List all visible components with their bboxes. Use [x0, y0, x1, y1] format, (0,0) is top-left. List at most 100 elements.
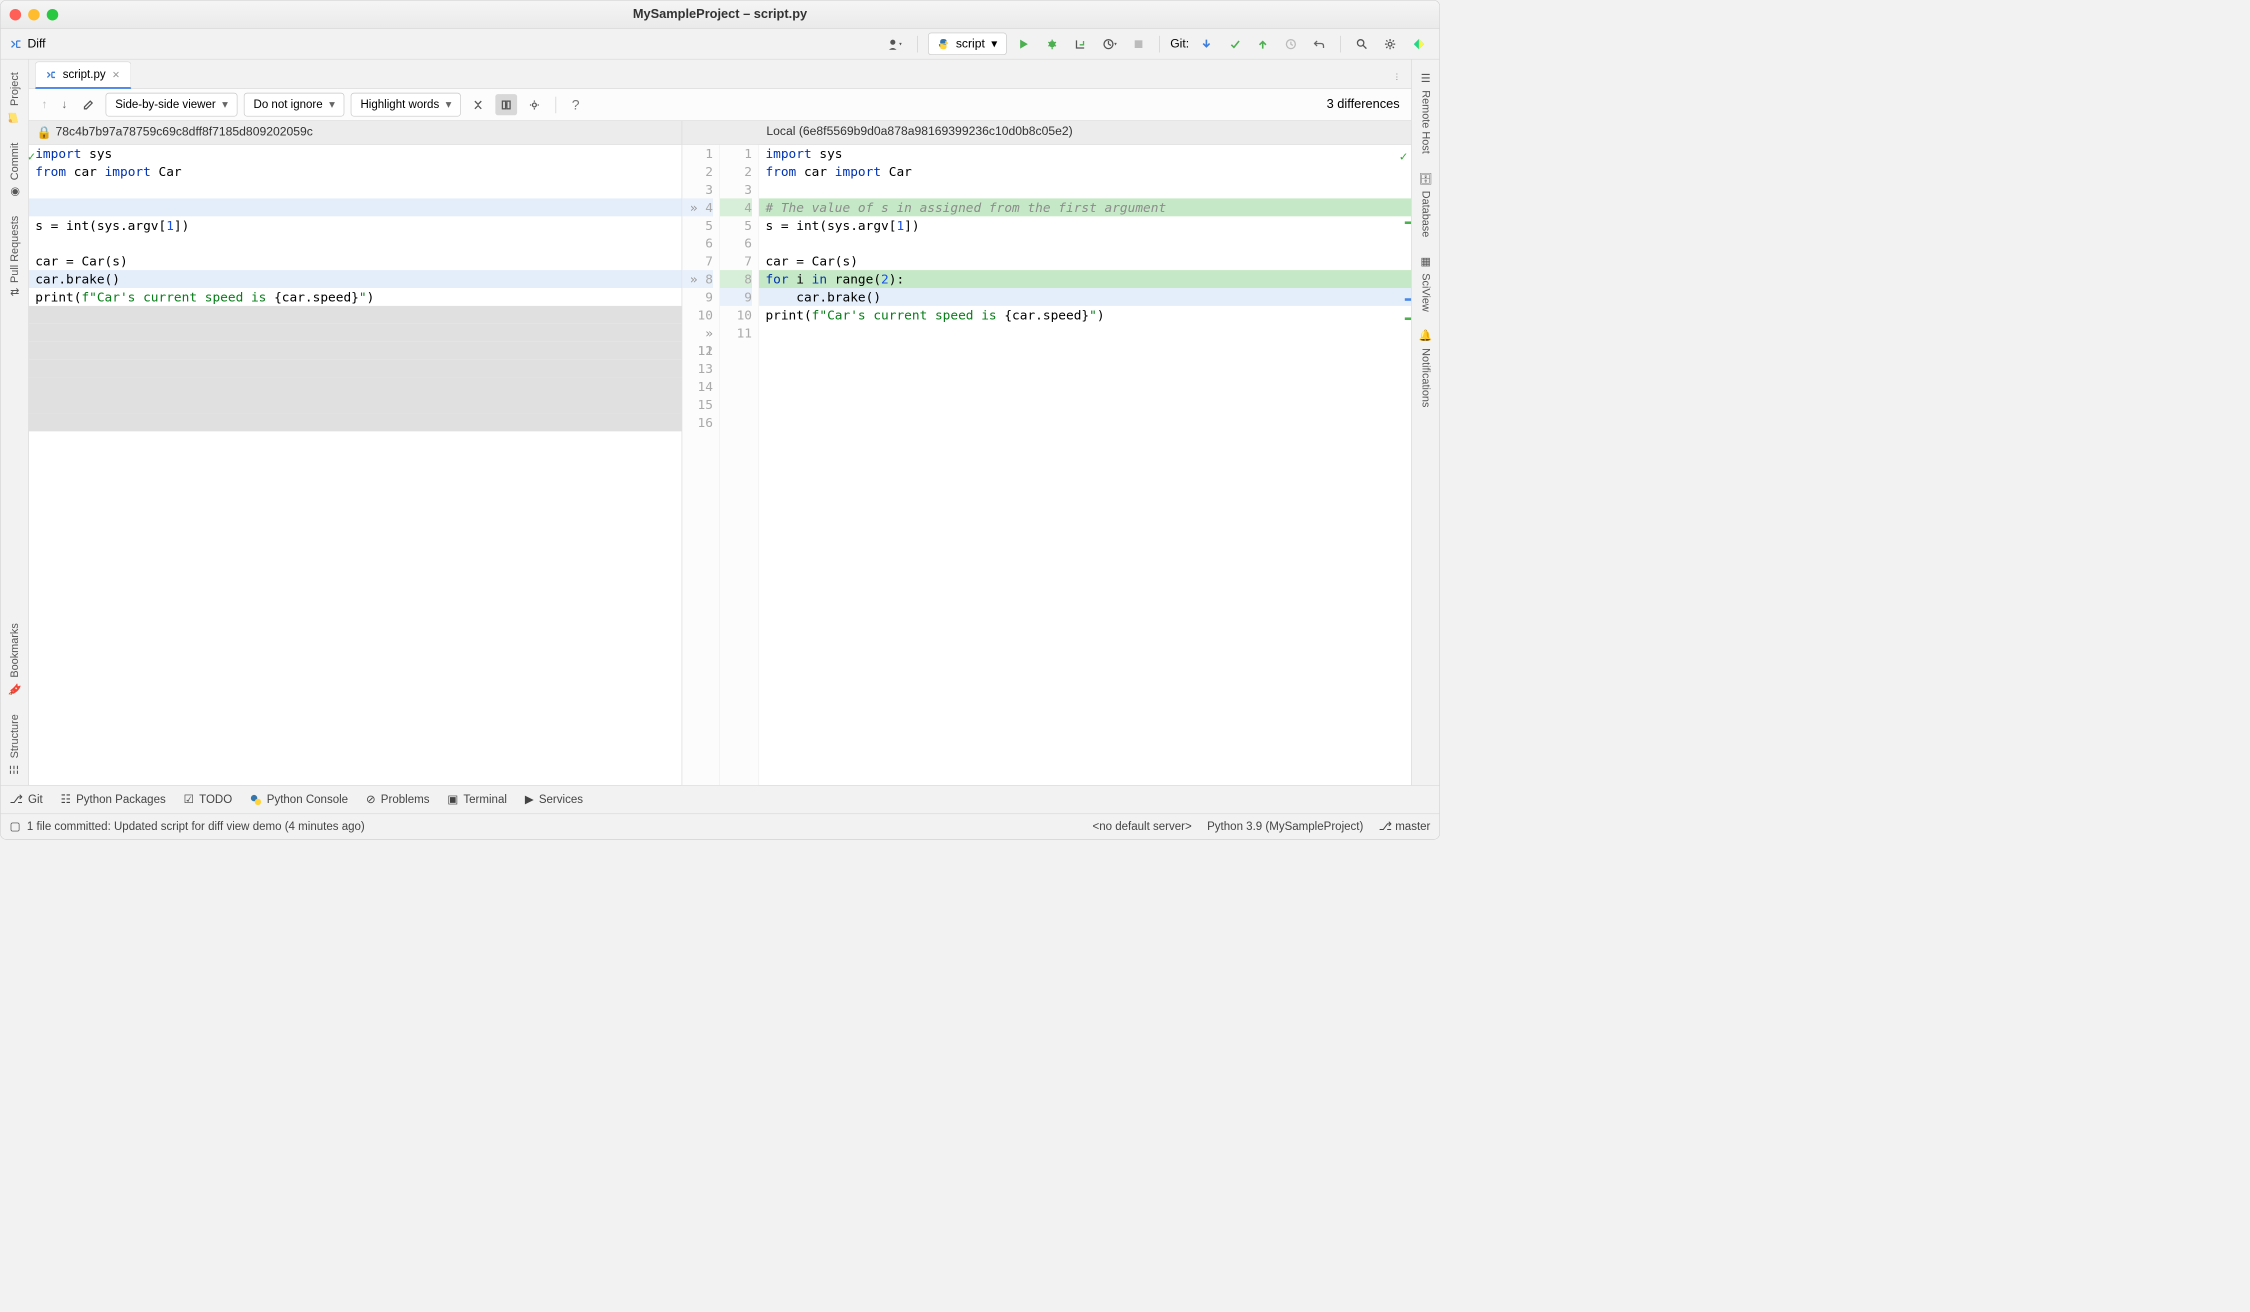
bottom-todo[interactable]: ☑TODO: [184, 793, 233, 806]
sidebar-tab-bookmarks[interactable]: 🔖Bookmarks: [5, 615, 23, 706]
apply-chevron-icon[interactable]: »: [705, 325, 713, 340]
bottom-git[interactable]: ⎇Git: [10, 793, 43, 806]
edit-button[interactable]: [77, 94, 99, 115]
code-line[interactable]: car = Car(s): [759, 252, 1411, 270]
sidebar-tab-remotehost[interactable]: ☰Remote Host: [1417, 63, 1435, 162]
left-code[interactable]: ✓ import sysfrom car import Car s = int(…: [29, 145, 682, 786]
code-line[interactable]: [29, 306, 682, 324]
code-line[interactable]: [29, 360, 682, 378]
code-line[interactable]: [29, 180, 682, 198]
code-line[interactable]: for i in range(2):: [759, 270, 1411, 288]
apply-chevron-icon[interactable]: »: [690, 271, 698, 286]
bottom-packages[interactable]: ☷Python Packages: [61, 793, 166, 806]
status-icon: ▢: [10, 820, 21, 833]
profile-button[interactable]: [1098, 35, 1122, 53]
code-line[interactable]: from car import Car: [759, 163, 1411, 181]
line-number: 7: [682, 252, 713, 270]
tabs-more-icon[interactable]: ⋮: [1382, 65, 1411, 88]
right-code[interactable]: ✓ import sysfrom car import Car # The va…: [758, 145, 1411, 786]
git-commit-icon[interactable]: [1224, 35, 1246, 53]
code-line[interactable]: import sys: [759, 145, 1411, 163]
bottom-toolbar: ⎇Git ☷Python Packages ☑TODO Python Conso…: [1, 785, 1440, 813]
line-number: 16: [682, 413, 713, 431]
code-line[interactable]: s = int(sys.argv[1]): [759, 216, 1411, 234]
git-push-icon[interactable]: [1252, 35, 1274, 53]
sync-scroll-button[interactable]: [496, 94, 518, 115]
line-number: 14: [682, 378, 713, 396]
sidebar-tab-sciview[interactable]: ▦SciView: [1417, 246, 1435, 320]
undo-icon[interactable]: [1308, 35, 1330, 53]
code-line[interactable]: [29, 234, 682, 252]
zoom-window-icon[interactable]: [47, 9, 59, 21]
code-line[interactable]: print(f"Car's current speed is {car.spee…: [759, 306, 1411, 324]
services-icon: ▶: [525, 793, 534, 806]
prev-diff-button[interactable]: ↑: [38, 95, 51, 114]
line-number: 11: [720, 324, 752, 342]
status-message: 1 file committed: Updated script for dif…: [27, 820, 365, 833]
code-line[interactable]: [29, 342, 682, 360]
status-branch[interactable]: ⎇ master: [1379, 820, 1431, 833]
line-number: 13: [682, 360, 713, 378]
bottom-problems[interactable]: ⊘Problems: [366, 793, 429, 806]
search-icon[interactable]: [1351, 35, 1373, 53]
right-marker-bar[interactable]: [1404, 145, 1412, 786]
code-line[interactable]: [29, 324, 682, 342]
code-line[interactable]: # The value of s in assigned from the fi…: [759, 198, 1411, 216]
settings-icon[interactable]: [1379, 35, 1401, 53]
ide-logo-icon[interactable]: [1407, 34, 1430, 53]
close-window-icon[interactable]: [10, 9, 22, 21]
sidebar-tab-notifications[interactable]: 🔔Notifications: [1417, 320, 1435, 416]
ignore-mode-select[interactable]: Do not ignore▾: [244, 93, 345, 117]
status-interpreter[interactable]: Python 3.9 (MySampleProject): [1207, 820, 1363, 833]
stop-button[interactable]: [1129, 36, 1149, 53]
next-diff-button[interactable]: ↓: [58, 95, 71, 114]
minimize-window-icon[interactable]: [28, 9, 40, 21]
run-button[interactable]: [1013, 35, 1035, 53]
code-line[interactable]: [29, 396, 682, 414]
debug-button[interactable]: [1042, 35, 1064, 53]
bottom-terminal[interactable]: ▣Terminal: [447, 793, 507, 806]
code-line[interactable]: [29, 413, 682, 431]
line-number: 9: [720, 288, 752, 306]
sidebar-tab-project[interactable]: 📁Project: [5, 63, 23, 133]
viewer-mode-select[interactable]: Side-by-side viewer▾: [106, 93, 238, 117]
line-number: » 8: [682, 270, 713, 288]
code-line[interactable]: from car import Car: [29, 163, 682, 181]
code-line[interactable]: [29, 378, 682, 396]
git-history-icon[interactable]: [1280, 35, 1302, 53]
run-config-name: script: [956, 37, 985, 51]
code-line[interactable]: [759, 180, 1411, 198]
code-line[interactable]: [759, 324, 1411, 342]
sidebar-tab-database[interactable]: 🗄Database: [1417, 163, 1435, 246]
apply-chevron-icon[interactable]: »: [690, 200, 698, 215]
run-config-selector[interactable]: script ▾: [928, 33, 1007, 55]
coverage-button[interactable]: [1070, 35, 1092, 53]
code-line[interactable]: s = int(sys.argv[1]): [29, 216, 682, 234]
status-bar: ▢ 1 file committed: Updated script for d…: [1, 813, 1440, 839]
code-line[interactable]: [29, 198, 682, 216]
close-tab-icon[interactable]: ✕: [112, 69, 120, 81]
bottom-services[interactable]: ▶Services: [525, 793, 583, 806]
bookmark-icon: 🔖: [8, 683, 21, 696]
git-pull-icon[interactable]: [1196, 35, 1218, 53]
code-line[interactable]: [759, 234, 1411, 252]
breadcrumb-diff[interactable]: Diff: [28, 37, 46, 51]
diff-tab-icon: [46, 68, 56, 81]
sidebar-tab-structure[interactable]: ☷Structure: [5, 705, 23, 785]
help-button[interactable]: ?: [567, 92, 585, 116]
editor-tabs: script.py ✕ ⋮: [29, 60, 1411, 89]
code-line[interactable]: import sys: [29, 145, 682, 163]
user-button[interactable]: [883, 35, 907, 53]
code-line[interactable]: print(f"Car's current speed is {car.spee…: [29, 288, 682, 306]
bottom-console[interactable]: Python Console: [250, 793, 348, 806]
diff-settings-button[interactable]: [524, 94, 546, 115]
sidebar-tab-pullrequests[interactable]: ⇄Pull Requests: [5, 207, 23, 306]
code-line[interactable]: car.brake(): [759, 288, 1411, 306]
code-line[interactable]: car.brake(): [29, 270, 682, 288]
code-line[interactable]: car = Car(s): [29, 252, 682, 270]
highlight-mode-select[interactable]: Highlight words▾: [351, 93, 461, 117]
collapse-unchanged-button[interactable]: [467, 94, 489, 115]
sidebar-tab-commit[interactable]: ◉Commit: [5, 134, 23, 207]
status-server[interactable]: <no default server>: [1092, 820, 1191, 833]
editor-tab-script[interactable]: script.py ✕: [35, 61, 131, 89]
